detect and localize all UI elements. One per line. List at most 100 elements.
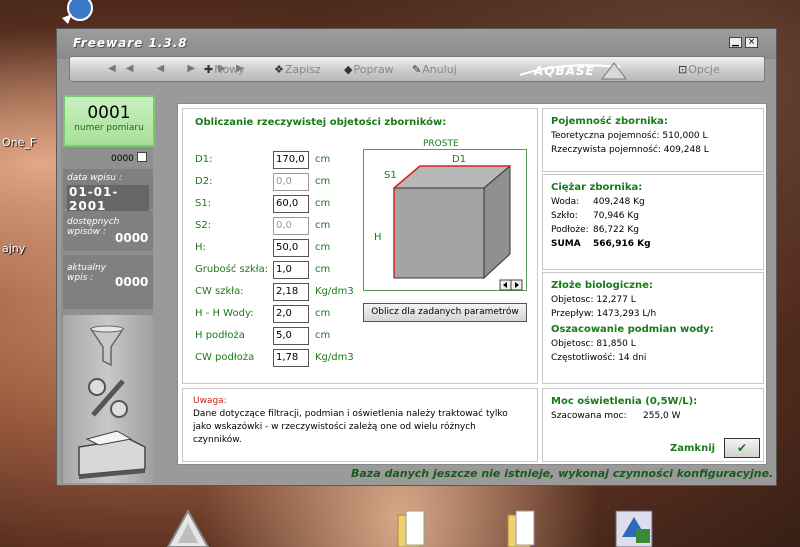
field-label: H - H Wody: (195, 308, 254, 319)
check-icon: ✔ (736, 441, 748, 455)
capacity-real: Rzeczywista pojemność: 409,248 L (551, 145, 709, 155)
glass-thickness-input[interactable]: 1,0 (273, 261, 309, 279)
current-label: aktualny wpis : (67, 263, 107, 283)
record-counter: 0001 numer pomiaru (63, 95, 155, 147)
options-button[interactable]: ⊡Opcje (678, 63, 720, 76)
field-label: Grubość szkła: (195, 264, 269, 275)
options-icon: ⊡ (678, 63, 688, 76)
substrate-density-input[interactable]: 1,78 (273, 349, 309, 367)
lighting-title: Moc oświetlenia (0,5W/L): (551, 396, 698, 407)
field-unit: cm (315, 176, 331, 187)
app-shortcut-icon[interactable] (612, 507, 656, 547)
field-unit: cm (315, 330, 331, 341)
water-change-title: Oszacowanie podmian wody: (551, 324, 714, 335)
desktop-label-onef: One_F (2, 136, 37, 149)
field-label: H: (195, 242, 206, 253)
diagram-label-h: H (374, 232, 382, 243)
save-button[interactable]: ❖Zapisz (274, 63, 321, 76)
date-block: data wpisu : 01-01-2001 (63, 169, 153, 213)
window-title: Freeware 1.3.8 (73, 36, 188, 50)
diagram-label-s1: S1 (384, 170, 397, 181)
calc-title: Obliczanie rzeczywistej objetości zborni… (195, 117, 447, 128)
plus-icon: ✚ (204, 63, 214, 76)
toolbar: ◀◀ ◀ ▶ ▶▶ ✚Nowy ❖Zapisz ◆Popraw ✎Anuluj … (69, 56, 765, 82)
desktop-label-ajny: ajny (2, 242, 26, 255)
printer-icon[interactable] (69, 427, 149, 479)
percent-icon[interactable] (85, 375, 131, 421)
available-block: dostępnych wpisów : 0000 (63, 211, 153, 251)
water-change-frequency: Częstotliwość: 14 dni (551, 353, 647, 363)
minimize-button[interactable]: ▁ (729, 37, 742, 48)
bio-volume: Objetosc: 12,277 L (551, 295, 636, 305)
field-label: S2: (195, 220, 212, 231)
water-height-input[interactable]: 2,0 (273, 305, 309, 323)
field-unit: Kg/dm3 (315, 352, 354, 363)
app-window: Freeware 1.3.8 ▁ × ◀◀ ◀ ▶ ▶▶ ✚Nowy ❖Zapi… (56, 28, 777, 486)
bio-title: Złoże biologiczne: (551, 280, 653, 291)
substrate-height-input[interactable]: 5,0 (273, 327, 309, 345)
status-message: Baza danych jeszcze nie istnieje, wykona… (351, 467, 774, 480)
field-label: H podłoża (195, 330, 245, 341)
available-value: 0000 (115, 231, 149, 245)
lighting-power-row: Szacowana moc: 255,0 W (551, 411, 681, 421)
aqbase-logo: AQBASE (519, 61, 630, 81)
field-label: D1: (195, 154, 213, 165)
cancel-icon: ✎ (412, 63, 422, 76)
s2-input[interactable]: 0,0 (273, 217, 309, 235)
capacity-title: Pojemność zbornika: (551, 116, 668, 127)
weight-panel: Ciężar zbornika: Woda: 409,248 Kg Szkło: 7… (542, 174, 764, 270)
weight-row: Woda: 409,248 Kg (551, 197, 645, 207)
title-bar[interactable]: Freeware 1.3.8 ▁ × (57, 29, 776, 59)
new-button[interactable]: ✚Nowy (204, 63, 245, 76)
sidebar: 0001 numer pomiaru 0000 data wpisu : 01-… (61, 95, 155, 483)
field-unit: cm (315, 264, 331, 275)
warning-panel: Uwaga: Dane dotyczące filtracji, podmian… (182, 388, 538, 462)
field-unit: cm (315, 198, 331, 209)
folder-icon-2[interactable] (502, 507, 546, 547)
bio-panel: Złoże biologiczne: Objetosc: 12,277 L Pr… (542, 272, 764, 384)
tools-panel (63, 315, 153, 483)
cancel-button[interactable]: ✎Anuluj (412, 63, 457, 76)
safari-icon[interactable] (58, 0, 94, 26)
warning-text: Dane dotyczące filtracji, podmian i oświ… (193, 409, 508, 445)
d2-input[interactable]: 0,0 (273, 173, 309, 191)
compute-button[interactable]: Oblicz dla zadanych parametrów (363, 303, 527, 322)
warning-title: Uwaga: (193, 396, 227, 406)
weight-row: Podłoże: 86,722 Kg (551, 225, 639, 235)
available-label: dostępnych wpisów : (67, 217, 120, 237)
tank-illustration: S1 D1 H (363, 149, 527, 291)
field-label: CW podłoża (195, 352, 255, 363)
record-number: 0001 (87, 103, 131, 123)
field-label: CW szkła: (195, 286, 244, 297)
record-number-label: numer pomiaru (74, 123, 144, 133)
current-block: aktualny wpis : 0000 (63, 255, 153, 309)
field-unit: cm (315, 242, 331, 253)
aqbase-desktop-icon[interactable] (166, 507, 210, 547)
record-checkbox[interactable] (136, 152, 147, 162)
capacity-panel: Pojemność zbornika: Teoretyczna pojemnoś… (542, 108, 764, 172)
tank-box-diagram: S1 D1 H (374, 154, 523, 291)
field-label: D2: (195, 176, 213, 187)
d1-input[interactable]: 170,0 (273, 151, 309, 169)
folder-icon[interactable] (392, 507, 436, 547)
date-value: 01-01-2001 (67, 185, 149, 213)
filter-funnel-icon[interactable] (87, 325, 127, 369)
close-button[interactable]: ✔ (724, 438, 760, 458)
bio-flow: Przepływ: 1473,293 L/h (551, 309, 657, 319)
glass-density-input[interactable]: 2,18 (273, 283, 309, 301)
close-label: Zamknij (670, 443, 716, 454)
shape-label: PROSTE (423, 139, 459, 149)
close-window-button[interactable]: × (745, 37, 758, 48)
field-unit: cm (315, 220, 331, 231)
record-check-row: 0000 (111, 152, 147, 164)
weight-row: Szkło: 70,946 Kg (551, 211, 639, 221)
field-unit: cm (315, 308, 331, 319)
weight-sum-row: SUMA 566,916 Kg (551, 239, 651, 249)
edit-icon: ◆ (344, 63, 353, 76)
field-unit: cm (315, 154, 331, 165)
h-input[interactable]: 50,0 (273, 239, 309, 257)
edit-button[interactable]: ◆Popraw (344, 63, 394, 76)
s1-input[interactable]: 60,0 (273, 195, 309, 213)
capacity-theoretical: Teoretyczna pojemność: 510,000 L (551, 131, 708, 141)
save-icon: ❖ (274, 63, 284, 76)
